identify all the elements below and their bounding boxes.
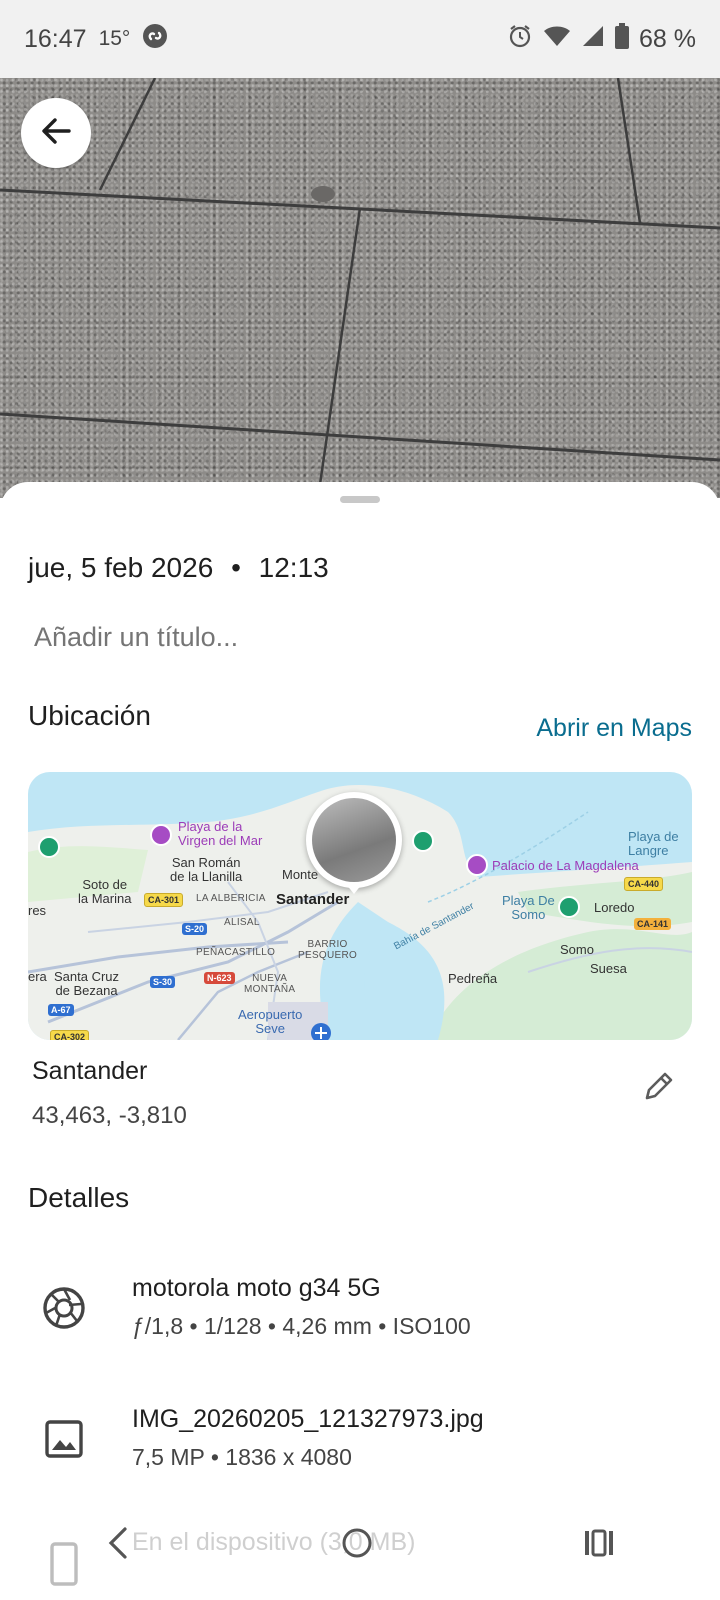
location-map[interactable]: Playa de la Virgen del Mar San Román de … [28, 772, 692, 1040]
alarm-icon [507, 23, 533, 56]
map-label: LA ALBERICIA [196, 893, 266, 904]
wifi-icon [543, 24, 571, 55]
datetime-separator: • [231, 552, 241, 583]
aperture-icon [42, 1286, 86, 1330]
status-time: 16:47 [24, 24, 87, 53]
nav-back-button[interactable] [103, 1525, 133, 1566]
location-heading: Ubicación [28, 700, 151, 731]
map-label: res [28, 903, 47, 918]
image-icon [42, 1417, 86, 1461]
road-shield: CA-302 [50, 1030, 90, 1040]
photo-time: 12:13 [258, 552, 329, 583]
battery-icon [615, 22, 630, 56]
poi-marker-icon [150, 824, 172, 846]
map-label: Somo [560, 942, 594, 957]
camera-model: motorola moto g34 5G [132, 1274, 381, 1302]
status-temperature: 15° [98, 27, 131, 50]
map-label: BARRIO PESQUERO [298, 939, 358, 961]
road-shield: S-30 [150, 976, 176, 988]
photo-date: jue, 5 feb 2026 [28, 552, 214, 583]
road-shield: CA-141 [634, 918, 672, 930]
map-label: Palacio de La Magdalena [492, 858, 639, 873]
nav-recents-button[interactable] [581, 1525, 617, 1566]
map-label: Pedreña [448, 971, 498, 986]
coordinates: 43,463, -3,810 [32, 1102, 187, 1129]
map-label: Suesa [590, 961, 627, 976]
airport-marker-icon [311, 1023, 331, 1040]
system-navigation-bar [0, 1490, 720, 1600]
status-bar: 16:47 15° 68 % [0, 0, 720, 78]
map-label: Playa de Langre [628, 829, 679, 858]
place-name: Santander [32, 1057, 148, 1085]
edit-location-button[interactable] [638, 1069, 678, 1109]
file-detail-row: IMG_20260205_121327973.jpg 7,5 MP • 1836… [0, 1399, 720, 1499]
map-label: Santa Cruz de Bezana [54, 969, 120, 998]
road-shield: A-67 [48, 1004, 74, 1016]
nav-home-button[interactable] [339, 1525, 375, 1566]
camera-specs: ƒ/1,8 • 1/128 • 4,26 mm • ISO100 [132, 1313, 471, 1339]
file-name: IMG_20260205_121327973.jpg [132, 1405, 484, 1433]
open-in-maps-link[interactable]: Abrir en Maps [536, 714, 692, 743]
park-marker-icon [38, 836, 60, 858]
details-heading: Detalles [28, 1182, 130, 1213]
map-label: Aeropuerto Seve [238, 1007, 303, 1036]
map-label: San Román de la Llanilla [170, 855, 243, 884]
signal-icon [581, 24, 605, 55]
title-input[interactable] [34, 622, 634, 653]
photo-preview[interactable] [0, 78, 720, 498]
map-label: ALISAL [224, 917, 260, 928]
map-label: Monte [282, 867, 319, 882]
road-shield: CA-301 [144, 893, 184, 907]
pencil-icon [641, 1070, 675, 1109]
map-label: NUEVA MONTAÑA [244, 973, 296, 995]
back-button[interactable] [21, 98, 91, 168]
map-label: Loredo [594, 900, 635, 915]
park-marker-icon [558, 896, 580, 918]
map-label: Playa de la Virgen del Mar [178, 819, 263, 848]
drag-handle[interactable] [340, 496, 380, 503]
map-label: Santander [276, 891, 350, 908]
park-marker-icon [412, 830, 434, 852]
info-sheet: jue, 5 feb 2026 • 12:13 Ubicación Abrir … [0, 482, 720, 1600]
map-label: Playa De Somo [502, 893, 555, 922]
road-shield: CA-440 [624, 877, 664, 891]
photo-location-pin[interactable] [306, 792, 402, 888]
arrow-left-icon [39, 114, 73, 153]
shazam-icon [142, 23, 168, 56]
poi-marker-icon [466, 854, 488, 876]
battery-level: 68 % [639, 24, 696, 53]
road-shield: S-20 [182, 923, 208, 935]
map-label: era [28, 969, 47, 984]
camera-detail-row: motorola moto g34 5G ƒ/1,8 • 1/128 • 4,2… [0, 1268, 720, 1368]
photo-datetime: jue, 5 feb 2026 • 12:13 [28, 552, 329, 584]
road-shield: N-623 [204, 972, 235, 984]
map-label: Soto de la Marina [78, 877, 132, 906]
file-specs: 7,5 MP • 1836 x 4080 [132, 1444, 352, 1470]
map-label: PEÑACASTILLO [196, 947, 276, 958]
